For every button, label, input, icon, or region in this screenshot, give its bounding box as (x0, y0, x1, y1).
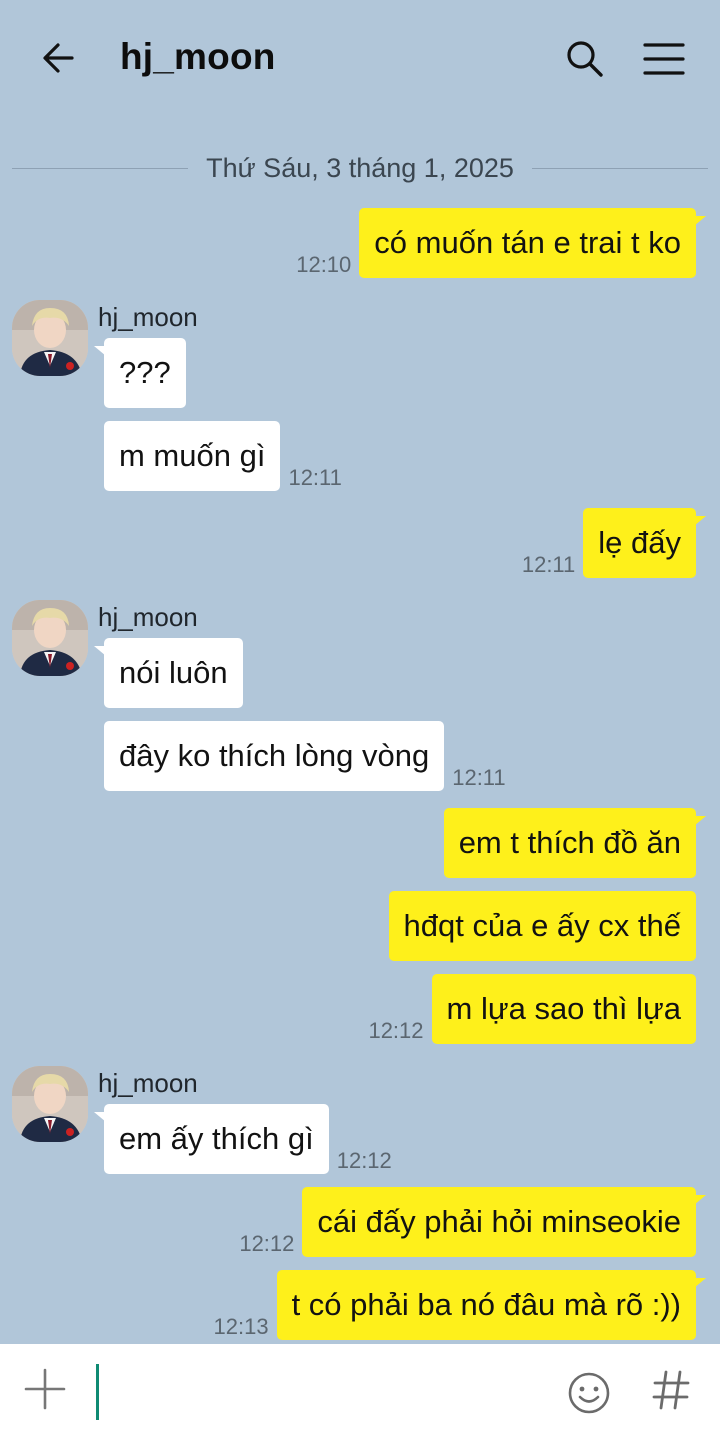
message-time: 12:12 (239, 1231, 295, 1256)
search-icon (567, 41, 603, 77)
message-bubble[interactable]: đây ko thích lòng vòng (104, 721, 445, 791)
chat-title: hj_moon (120, 36, 276, 77)
message-row-outgoing: hđqt của e ấy cx thế (373, 891, 696, 961)
message-bubble[interactable]: m lựa sao thì lựa (431, 974, 696, 1044)
message-row-outgoing: m lựa sao thì lựa 12:12 (360, 974, 696, 1044)
message-row-incoming: nói luôn (94, 638, 259, 708)
message-row-outgoing: cái đấy phải hỏi minseokie 12:12 (231, 1187, 706, 1257)
message-row-incoming: m muốn gì 12:11 (104, 421, 350, 491)
message-row-outgoing: lẹ đấy 12:11 (514, 508, 706, 578)
arrow-left-icon (43, 43, 74, 73)
emoji-button[interactable] (566, 1370, 612, 1416)
message-input-bar (0, 1344, 720, 1440)
hash-button[interactable] (648, 1362, 694, 1418)
avatar[interactable] (12, 300, 88, 376)
message-row-incoming: đây ko thích lòng vòng 12:11 (104, 721, 514, 791)
message-bubble[interactable]: nói luôn (94, 638, 243, 708)
message-bubble[interactable]: em ấy thích gì (94, 1104, 329, 1174)
profile-photo-icon (12, 600, 88, 676)
message-bubble[interactable]: em t thích đồ ăn (443, 808, 707, 878)
message-time: 12:11 (288, 465, 342, 490)
back-button[interactable] (34, 34, 82, 82)
plus-icon (24, 1368, 66, 1410)
message-time: 12:11 (521, 552, 576, 577)
text-caret (96, 1364, 99, 1420)
hamburger-menu-icon (643, 43, 685, 75)
sender-name: hj_moon (98, 602, 198, 632)
message-bubble[interactable]: ??? (94, 338, 186, 408)
chat-header: hj_moon (0, 0, 720, 118)
sender-name: hj_moon (98, 302, 198, 332)
message-bubble[interactable]: m muốn gì (104, 421, 281, 491)
profile-photo-icon (12, 300, 88, 376)
add-attachment-button[interactable] (22, 1366, 68, 1412)
message-row-outgoing: có muốn tán e trai t ko 12:10 (288, 208, 706, 278)
message-time: 12:11 (452, 765, 506, 790)
message-bubble[interactable]: t có phải ba nó đâu mà rõ :)) (276, 1270, 707, 1340)
message-row-outgoing: t có phải ba nó đâu mà rõ :)) 12:13 (206, 1270, 707, 1340)
message-bubble[interactable]: lẹ đấy (583, 508, 706, 578)
message-row-outgoing: em t thích đồ ăn (428, 808, 707, 878)
message-row-incoming: ??? (94, 338, 202, 408)
search-button[interactable] (560, 34, 610, 84)
message-time: 12:12 (336, 1148, 392, 1173)
hash-icon (652, 1370, 690, 1410)
message-bubble[interactable]: hđqt của e ấy cx thế (388, 891, 696, 961)
profile-photo-icon (12, 1066, 88, 1142)
date-label: Thứ Sáu, 3 tháng 1, 2025 (206, 152, 514, 183)
message-bubble[interactable]: cái đấy phải hỏi minseokie (302, 1187, 706, 1257)
message-bubble[interactable]: có muốn tán e trai t ko (359, 208, 706, 278)
message-time: 12:13 (213, 1314, 269, 1339)
message-time: 12:12 (368, 1018, 424, 1043)
menu-button[interactable] (638, 34, 690, 84)
message-time: 12:10 (296, 252, 352, 277)
date-divider: Thứ Sáu, 3 tháng 1, 2025 (12, 150, 708, 186)
sender-name: hj_moon (98, 1068, 198, 1098)
divider-line-right (531, 167, 708, 169)
message-input[interactable] (96, 1362, 536, 1420)
smiley-icon (568, 1372, 610, 1414)
divider-line-left (12, 167, 189, 169)
avatar[interactable] (12, 600, 88, 676)
avatar[interactable] (12, 1066, 88, 1142)
message-row-incoming: em ấy thích gì 12:12 (94, 1104, 400, 1174)
